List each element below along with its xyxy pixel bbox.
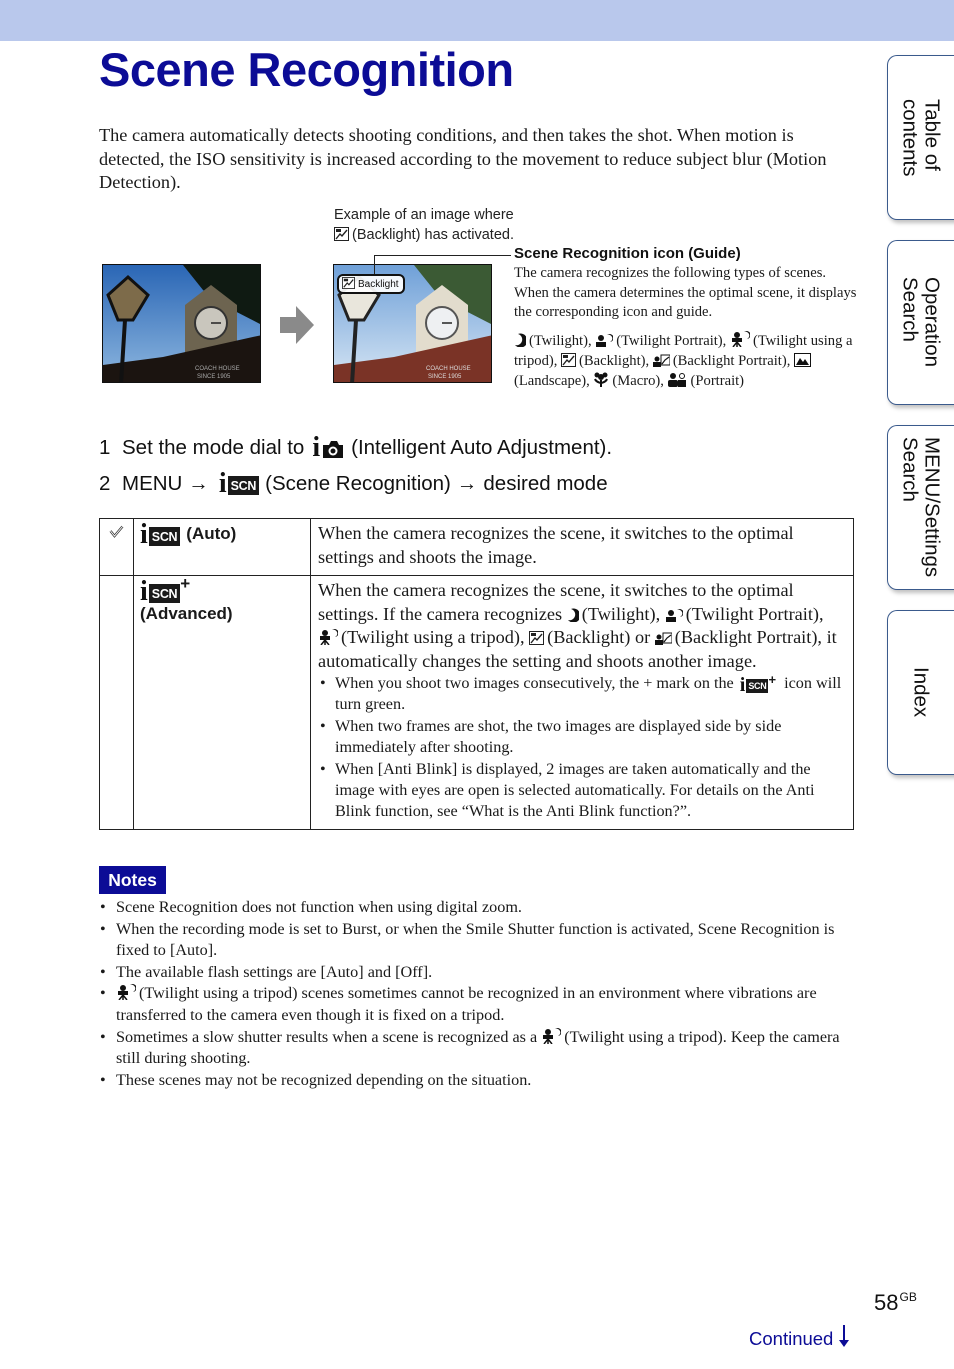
photo-before: COACH HOUSE SINCE 1905 [102,264,261,383]
sign-text: SINCE 1905 [428,374,462,380]
backlight-icon [561,352,577,367]
tab-label: Table of contents [898,98,944,177]
arrow-down-icon [838,1324,850,1353]
scene-recognition-advanced-icon: i SCN + [739,672,777,696]
figure-caption-line2: (Backlight) has activated. [334,225,514,245]
arrow-icon: → [188,472,209,495]
mode-cell-advanced: i SCN + (Advanced) [133,574,311,830]
figure-caption: Example of an image where (Backlight) ha… [334,205,514,245]
note-item: Sometimes a slow shutter results when a … [99,1027,859,1070]
menu-label: MENU [122,472,183,495]
note-item: These scenes may not be recognized depen… [99,1070,859,1092]
figure-caption-text: (Backlight) has activated. [352,227,514,243]
step-text: (Intelligent Auto Adjustment). [351,436,613,459]
note-item: When the recording mode is set to Burst,… [99,919,859,962]
notes-label: Notes [99,866,166,894]
step-2: 2 MENU → i SCN (Scene Recognition) → desi… [99,466,612,502]
macro-icon [593,372,609,388]
table-row: i SCN (Auto) When the camera recognizes t… [99,518,854,576]
step-1: 1 Set the mode dial to i (Intelligent Au… [99,430,612,466]
tab-label: MENU/Settings Search [898,437,944,578]
twilight-tripod-icon [318,629,338,645]
callout-line [374,255,511,256]
continued-link[interactable]: Continued [749,1324,850,1353]
step-text: (Scene Recognition) [265,472,451,495]
note-item: (Twilight using a tripod) scenes sometim… [99,983,859,1026]
step-number: 1 [99,436,111,459]
twilight-icon [567,608,579,622]
mode-desc-advanced: When the camera recognizes the scene, it… [310,575,854,830]
intro-paragraph: The camera automatically detects shootin… [99,125,827,192]
default-check-cell [99,518,134,576]
arrow-icon: → [456,472,478,495]
header-band [0,0,954,41]
guide-body: The camera recognizes the following type… [514,265,857,321]
sign-text: COACH HOUSE [195,366,240,372]
list-item: When you shoot two images consecutively,… [318,673,846,716]
arrow-right-icon [280,306,314,349]
step-text: desired mode [483,472,608,495]
notes-list: Scene Recognition does not function when… [99,897,859,1091]
default-check-icon [109,525,124,542]
scene-recognition-advanced-icon: i SCN + [140,574,191,607]
table-row: i SCN + (Advanced) When the camera recogni… [99,574,854,830]
backlight-icon [529,631,545,645]
backlight-badge: Backlight [337,274,405,294]
tab-table-of-contents[interactable]: Table of contents [887,55,954,220]
mode-cell-auto: i SCN (Auto) [133,518,311,576]
tab-index[interactable]: Index [887,610,954,775]
backlight-icon [342,276,355,292]
scene-recognition-auto-icon: i SCN [140,521,181,549]
landscape-icon [794,352,812,367]
tab-label: Operation Search [898,277,944,368]
guide-title: Scene Recognition icon (Guide) [514,245,741,262]
intelligent-auto-icon: i [312,434,345,462]
list-item: When [Anti Blink] is displayed, 2 images… [318,759,846,823]
twilight-tripod-icon [541,1027,562,1044]
advanced-bullets: When you shoot two images consecutively,… [318,673,846,823]
mode-table: i SCN (Auto) When the camera recognizes t… [99,518,854,830]
figure-caption-line1: Example of an image where [334,207,514,223]
guide-panel: Scene Recognition icon (Guide) The camer… [514,244,859,392]
twilight-portrait-icon [595,333,614,347]
note-item: Scene Recognition does not function when… [99,897,859,919]
step-text: Set the mode dial to [122,436,305,459]
callout-line [374,255,375,274]
scene-type-list: (Twilight), (Twilight Portrait), (Twilig… [514,330,853,390]
backlight-icon [334,227,349,241]
twilight-icon [514,333,526,347]
step-number: 2 [99,472,111,495]
twilight-tripod-icon [730,330,750,347]
instruction-steps: 1 Set the mode dial to i (Intelligent Au… [99,430,612,502]
page-title: Scene Recognition [99,43,514,96]
mode-label: (Advanced) [140,604,233,623]
check-cell [99,575,134,830]
page-suffix: GB [899,1290,917,1304]
sign-text: SINCE 1905 [197,374,231,380]
twilight-tripod-icon [116,984,136,1001]
tab-operation-search[interactable]: Operation Search [887,240,954,405]
note-item: The available flash settings are [Auto] … [99,962,859,984]
list-item: When two frames are shot, the two images… [318,716,846,759]
backlight-portrait-icon [654,632,672,645]
continued-label: Continued [749,1327,834,1349]
tab-menu-settings-search[interactable]: MENU/Settings Search [887,425,954,590]
sign-text: COACH HOUSE [426,366,471,372]
backlight-portrait-icon [652,354,670,367]
tab-label: Index [909,667,933,718]
scene-recognition-icon: i SCN [219,470,260,498]
mode-label: (Auto) [186,524,237,543]
portrait-icon [667,371,688,388]
mode-desc-auto: When the camera recognizes the scene, it… [310,518,854,576]
twilight-portrait-icon [665,608,683,622]
backlight-badge-label: Backlight [358,278,399,290]
page-number: 58GB [874,1290,917,1315]
